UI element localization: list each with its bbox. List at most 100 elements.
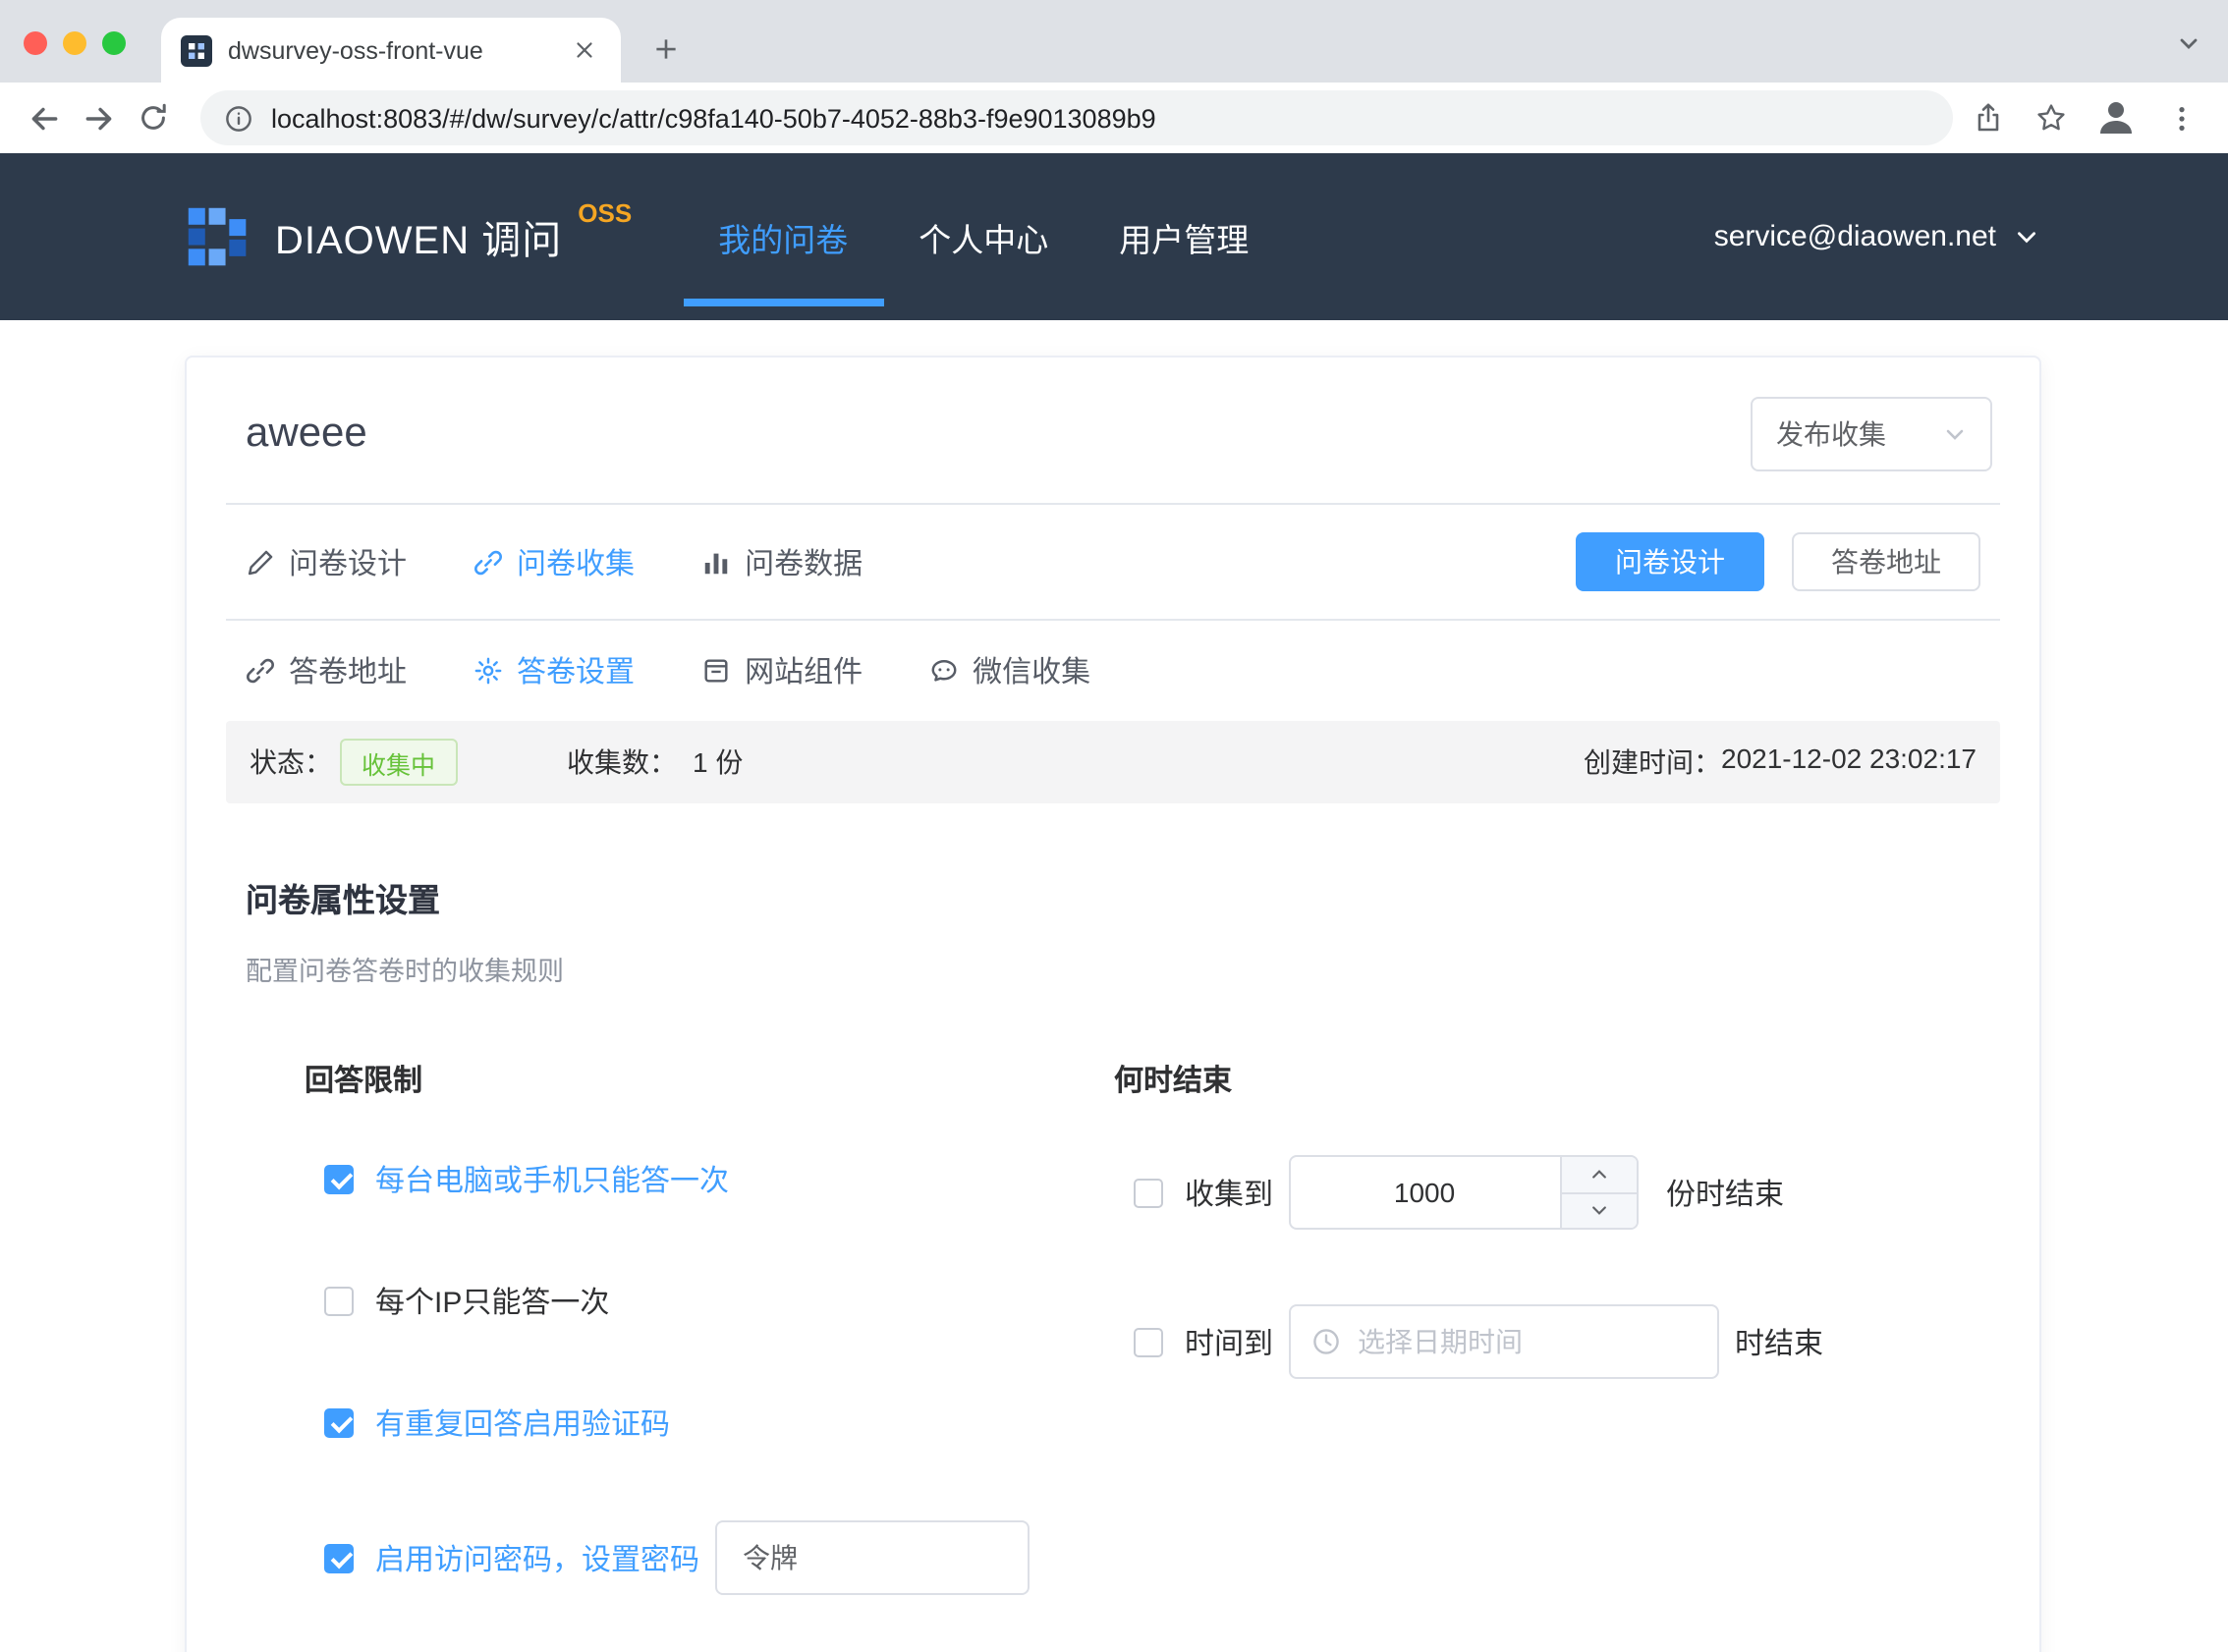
answer-url-button[interactable]: 答卷地址: [1792, 532, 1980, 591]
status-label: 状态：: [250, 743, 332, 782]
collect-subtabs: 答卷地址 答卷设置 网站组件: [187, 621, 2039, 721]
nav-label: 个人中心: [919, 213, 1048, 260]
nav-user-management[interactable]: 用户管理: [1084, 153, 1284, 320]
chevron-up-icon: [1589, 1165, 1609, 1184]
account-menu[interactable]: service@diaowen.net: [1714, 153, 2039, 320]
end-condition-column: 何时结束 收集到: [1114, 1059, 1980, 1652]
main-nav: 我的问卷 个人中心 用户管理: [683, 153, 1284, 320]
site-favicon-icon: [181, 34, 212, 66]
collect-count: 收集数： 1 份: [567, 743, 743, 782]
wechat-icon: [929, 656, 959, 686]
app-logo-icon: [185, 203, 251, 270]
checkbox-one-per-device[interactable]: [324, 1164, 354, 1193]
checkbox-captcha-on-repeat[interactable]: [324, 1407, 354, 1437]
brand-name: DIAOWEN 调问: [275, 208, 562, 265]
subtab-wechat-collect[interactable]: 微信收集: [929, 650, 1090, 691]
end-condition-heading: 何时结束: [1114, 1059, 1980, 1100]
end-time-suffix: 时结束: [1735, 1321, 1823, 1362]
section-title: 问卷属性设置: [246, 874, 1980, 921]
window-controls: [24, 31, 126, 55]
url-bar[interactable]: localhost:8083/#/dw/survey/c/attr/c98fa1…: [200, 90, 1953, 145]
count-label: 收集数：: [567, 743, 677, 782]
tab-label: 问卷设计: [289, 541, 407, 582]
survey-title: aweee: [246, 411, 367, 458]
checkbox-access-password[interactable]: [324, 1543, 354, 1572]
main-content: aweee 发布收集 问卷设计: [0, 320, 2228, 1652]
profile-avatar-icon[interactable]: [2087, 88, 2145, 147]
close-window-button[interactable]: [24, 31, 47, 55]
chevron-down-icon: [1943, 422, 1967, 446]
bar-chart-icon: [701, 547, 731, 577]
minimize-window-button[interactable]: [63, 31, 86, 55]
survey-card: aweee 发布收集 问卷设计: [185, 356, 2041, 1652]
option-row: 收集到: [1134, 1155, 1980, 1230]
bookmark-star-button[interactable]: [2024, 90, 2079, 145]
publish-dropdown[interactable]: 发布收集: [1751, 397, 1992, 471]
answer-limit-column: 回答限制 每台电脑或手机只能答一次 每个IP只能答一次 有重复回答启用验证码: [305, 1059, 1114, 1652]
increment-button[interactable]: [1562, 1157, 1637, 1193]
browser-tab[interactable]: dwsurvey-oss-front-vue: [161, 18, 621, 83]
title-row: aweee 发布收集: [187, 358, 2039, 503]
option-row: 每个IP只能答一次: [324, 1277, 1114, 1324]
attributes-section: 问卷属性设置 配置问卷答卷时的收集规则 回答限制 每台电脑或手机只能答一次 每个…: [187, 803, 2039, 1652]
created-label: 创建时间：: [1584, 743, 1721, 782]
new-tab-button[interactable]: [641, 24, 692, 75]
status-badge: 收集中: [340, 739, 457, 786]
nav-my-surveys[interactable]: 我的问卷: [683, 153, 883, 320]
publish-dropdown-value: 发布收集: [1776, 414, 1886, 454]
survey-tabs: 问卷设计 问卷收集 问卷数据 问卷设计 答卷地址: [187, 505, 2039, 619]
nav-label: 我的问卷: [718, 213, 848, 260]
option-row: 每台电脑或手机只能答一次: [324, 1155, 1114, 1202]
link-icon: [246, 656, 275, 686]
option-row: 时间到 时结束: [1134, 1304, 1980, 1379]
subtab-label: 答卷设置: [517, 650, 635, 691]
back-button[interactable]: [16, 90, 71, 145]
settings-columns: 回答限制 每台电脑或手机只能答一次 每个IP只能答一次 有重复回答启用验证码: [305, 1059, 1980, 1652]
option-row: 启用访问密码，设置密码: [324, 1520, 1114, 1595]
nav-label: 用户管理: [1119, 213, 1249, 260]
account-email: service@diaowen.net: [1714, 220, 1996, 253]
nav-personal-center[interactable]: 个人中心: [883, 153, 1084, 320]
password-input[interactable]: [715, 1520, 1030, 1595]
option-label[interactable]: 每台电脑或手机只能答一次: [375, 1158, 729, 1199]
option-row: 有重复回答启用验证码: [324, 1399, 1114, 1446]
decrement-button[interactable]: [1562, 1193, 1637, 1228]
survey-design-button[interactable]: 问卷设计: [1576, 532, 1764, 591]
tab-survey-data[interactable]: 问卷数据: [701, 541, 863, 582]
site-info-icon[interactable]: [224, 103, 253, 133]
option-label[interactable]: 启用访问密码，设置密码: [375, 1537, 699, 1578]
checkbox-collect-limit[interactable]: [1134, 1178, 1163, 1207]
brand: DIAOWEN 调问 OSS: [185, 153, 632, 320]
option-label[interactable]: 有重复回答启用验证码: [375, 1402, 670, 1443]
close-tab-icon[interactable]: [568, 33, 601, 67]
created-time: 创建时间： 2021-12-02 23:02:17: [1584, 743, 1977, 782]
chevron-down-icon: [1589, 1201, 1609, 1221]
forward-button[interactable]: [71, 90, 126, 145]
created-value: 2021-12-02 23:02:17: [1721, 743, 1977, 782]
answer-limit-heading: 回答限制: [305, 1059, 1114, 1100]
subtab-site-widget[interactable]: 网站组件: [701, 650, 863, 691]
checkbox-one-per-ip[interactable]: [324, 1286, 354, 1315]
brand-badge: OSS: [578, 198, 632, 228]
tab-survey-collect[interactable]: 问卷收集: [473, 541, 635, 582]
option-label[interactable]: 每个IP只能答一次: [375, 1280, 609, 1321]
datetime-input[interactable]: [1289, 1304, 1719, 1379]
checkbox-end-time[interactable]: [1134, 1327, 1163, 1356]
tab-survey-design[interactable]: 问卷设计: [246, 541, 407, 582]
reload-button[interactable]: [126, 90, 181, 145]
browser-menu-button[interactable]: [2153, 90, 2208, 145]
datetime-picker: [1289, 1304, 1719, 1379]
subtab-answer-url[interactable]: 答卷地址: [246, 650, 407, 691]
subtab-answer-settings[interactable]: 答卷设置: [473, 650, 635, 691]
maximize-window-button[interactable]: [102, 31, 126, 55]
option-label[interactable]: 时间到: [1185, 1321, 1273, 1362]
section-subtitle: 配置问卷答卷时的收集规则: [246, 949, 1980, 988]
app-header: DIAOWEN 调问 OSS 我的问卷 个人中心 用户管理 service@di…: [0, 153, 2228, 320]
tab-label: 问卷数据: [745, 541, 863, 582]
share-button[interactable]: [1961, 90, 2016, 145]
option-label[interactable]: 收集到: [1185, 1172, 1273, 1213]
link-icon: [473, 547, 503, 577]
url-text[interactable]: localhost:8083/#/dw/survey/c/attr/c98fa1…: [271, 103, 1156, 133]
subtab-label: 微信收集: [973, 650, 1090, 691]
tab-search-chevron-icon[interactable]: [2177, 29, 2200, 65]
